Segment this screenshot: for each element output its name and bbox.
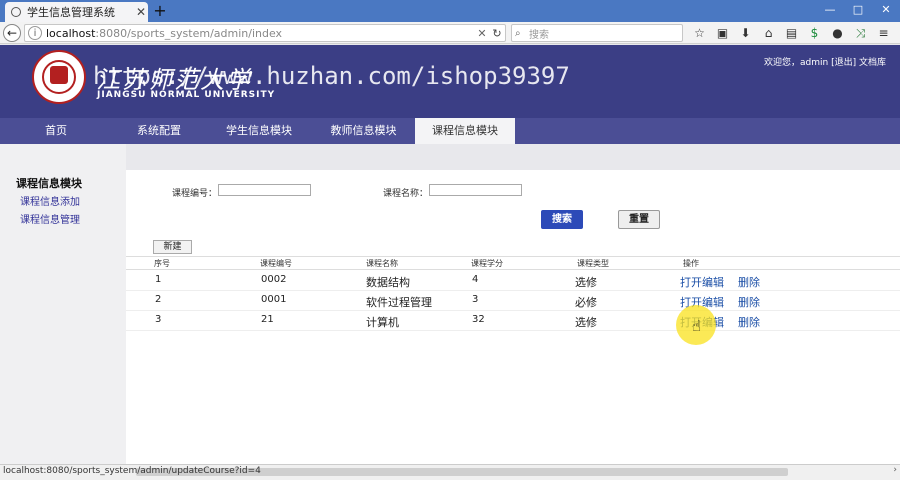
search-placeholder: 搜索 [529,29,549,41]
table-header: 序号 课程编号 课程名称 课程学分 课程类型 操作 [126,256,900,270]
extension-icon[interactable]: $ [803,24,826,42]
sidebar-item-manage-course[interactable]: 课程信息管理 [20,211,80,226]
new-tab-button[interactable]: + [151,1,169,21]
main-nav: 首页 系统配置 学生信息模块 教师信息模块 课程信息模块 [0,118,900,144]
search-button[interactable]: 搜索 [541,210,583,229]
nav-home[interactable]: 首页 [0,118,112,144]
close-window-button[interactable]: ✕ [872,0,900,20]
share-icon[interactable]: ⤨ [849,24,872,42]
window-controls: — □ ✕ [816,0,900,20]
clear-url-icon[interactable]: ✕ [475,27,489,40]
edit-link[interactable]: 打开编辑 [680,274,724,290]
university-seal-icon [32,50,86,104]
minimize-button[interactable]: — [816,0,844,20]
cell-type: 选修 [575,276,597,289]
browser-nav-bar: ← i localhost :8080/sports_system/admin/… [0,22,900,44]
cell-index: 3 [155,314,162,325]
tab-title: 学生信息管理系统 [27,6,115,19]
reader-icon[interactable]: ▤ [780,24,803,42]
cell-type: 必修 [575,296,597,309]
cell-type: 选修 [575,316,597,329]
delete-link[interactable]: 删除 [738,294,760,310]
delete-link[interactable]: 删除 [738,314,760,330]
browser-search-bar[interactable]: ⌕ 搜索 [511,24,683,42]
course-name-label: 课程名称： [383,189,429,199]
nav-course-info[interactable]: 课程信息模块 [415,118,515,144]
scroll-right-icon[interactable]: › [893,465,897,475]
site-header: 江苏师范大学 JIANGSU NORMAL UNIVERSITY https:/… [0,45,900,118]
chat-icon[interactable]: ● [826,24,849,42]
sidebar: 课程信息模块 课程信息添加 课程信息管理 [0,144,126,464]
download-icon[interactable]: ⬇ [734,24,757,42]
cell-credit: 32 [472,314,485,325]
course-code-input[interactable] [218,184,311,196]
table-row: 1 0002 数据结构 4 选修 打开编辑 删除 [126,271,900,291]
col-index: 序号 [154,259,170,268]
cell-name: 数据结构 [366,276,410,289]
course-name-input[interactable] [429,184,522,196]
col-action: 操作 [683,259,699,268]
col-code: 课程编号 [260,259,292,268]
site-info-icon[interactable]: i [28,26,42,40]
status-bar: localhost:8080/sports_system/admin/updat… [0,464,900,480]
nav-system-config[interactable]: 系统配置 [112,118,206,144]
nav-student-info[interactable]: 学生信息模块 [206,118,312,144]
cell-code: 0002 [261,274,287,285]
tab-close-icon[interactable]: ✕ [134,5,148,19]
user-info[interactable]: 欢迎您，admin [退出] 文档库 [764,55,886,68]
reload-icon[interactable]: ↻ [489,27,505,40]
search-icon: ⌕ [515,27,521,39]
maximize-button[interactable]: □ [844,0,872,20]
tab-favicon-icon [11,7,21,17]
new-button[interactable]: 新建 [153,240,192,254]
star-icon[interactable]: ☆ [688,24,711,42]
clipboard-icon[interactable]: ▣ [711,24,734,42]
logo-english: JIANGSU NORMAL UNIVERSITY [97,90,276,100]
status-url: localhost:8080/sports_system/admin/updat… [3,466,261,476]
col-credit: 课程学分 [471,259,503,268]
browser-toolbar: ☆ ▣ ⬇ ⌂ ▤ $ ● ⤨ ≡ [688,24,895,42]
browser-tab[interactable]: 学生信息管理系统 ✕ [5,2,148,22]
cell-name: 计算机 [366,316,399,329]
table-row: 2 0001 软件过程管理 3 必修 打开编辑 删除 [126,291,900,311]
cell-index: 2 [155,294,162,305]
cell-code: 0001 [261,294,287,305]
content-panel: 课程编号： 课程名称： 搜索 重置 新建 序号 课程编号 课程名称 课程学分 课… [126,170,900,464]
url-path: :8080/sports_system/admin/index [95,26,283,40]
cell-credit: 4 [472,274,479,285]
menu-icon[interactable]: ≡ [872,24,895,42]
cell-credit: 3 [472,294,479,305]
url-host: localhost [46,26,96,40]
cell-code: 21 [261,314,274,325]
browser-tab-bar: 学生信息管理系统 ✕ + — □ ✕ [0,0,900,22]
delete-link[interactable]: 删除 [738,274,760,290]
table-row: 3 21 计算机 32 选修 打开编辑 删除 [126,311,900,331]
hand-cursor-icon: ☝ [692,317,702,335]
col-name: 课程名称 [366,259,398,268]
cell-index: 1 [155,274,162,285]
back-button[interactable]: ← [3,24,21,42]
reset-button[interactable]: 重置 [618,210,660,229]
course-code-label: 课程编号： [172,189,218,199]
watermark-text: https://www.huzhan.com/ishop39397 [93,62,570,90]
sidebar-title: 课程信息模块 [16,177,82,190]
url-bar[interactable]: i localhost :8080/sports_system/admin/in… [24,24,506,42]
home-icon[interactable]: ⌂ [757,24,780,42]
sidebar-item-add-course[interactable]: 课程信息添加 [20,193,80,208]
col-type: 课程类型 [577,259,609,268]
cell-name: 软件过程管理 [366,296,432,309]
nav-teacher-info[interactable]: 教师信息模块 [312,118,415,144]
